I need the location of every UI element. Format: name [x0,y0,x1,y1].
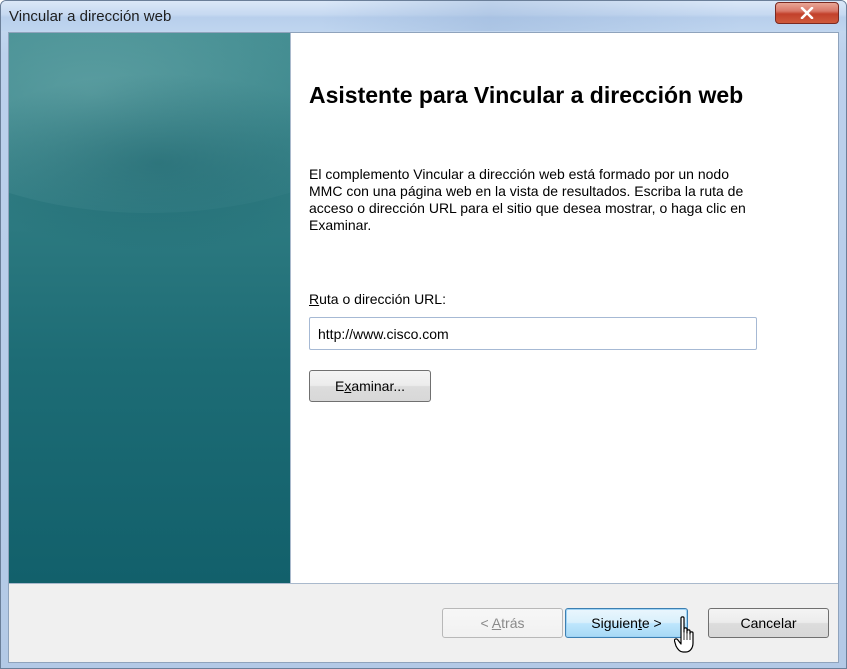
url-field-label-text: Ruta o dirección URL: [309,291,446,307]
browse-button-label: Examinar... [334,378,406,394]
back-button-label: < Atrás [480,615,525,631]
back-button[interactable]: < Atrás [442,608,563,638]
cancel-button[interactable]: Cancelar [708,608,829,638]
hand-pointer-icon [673,616,698,656]
close-button[interactable] [775,2,839,24]
wizard-banner-panel [9,33,290,583]
url-input[interactable] [309,317,757,350]
window-title: Vincular a dirección web [9,8,172,25]
close-icon [800,7,814,19]
banner-shade [9,73,290,253]
next-button[interactable]: Siguiente > [565,608,688,638]
wizard-description: El complemento Vincular a dirección web … [309,166,746,233]
next-button-label: Siguiente > [591,615,662,631]
dialog-window: Vincular a dirección web Asistente para … [0,0,847,669]
url-field-label: Ruta o dirección URL: [309,291,446,307]
wizard-footer: < Atrás Siguiente > Cancelar [9,584,838,662]
browse-button[interactable]: Examinar... [309,370,431,402]
wizard-client-area: Asistente para Vincular a dirección web … [8,32,839,663]
title-bar[interactable]: Vincular a dirección web [1,1,846,31]
panel-divider [290,33,291,583]
title-bar-sheen [321,1,741,31]
wizard-heading: Asistente para Vincular a dirección web [309,82,744,108]
